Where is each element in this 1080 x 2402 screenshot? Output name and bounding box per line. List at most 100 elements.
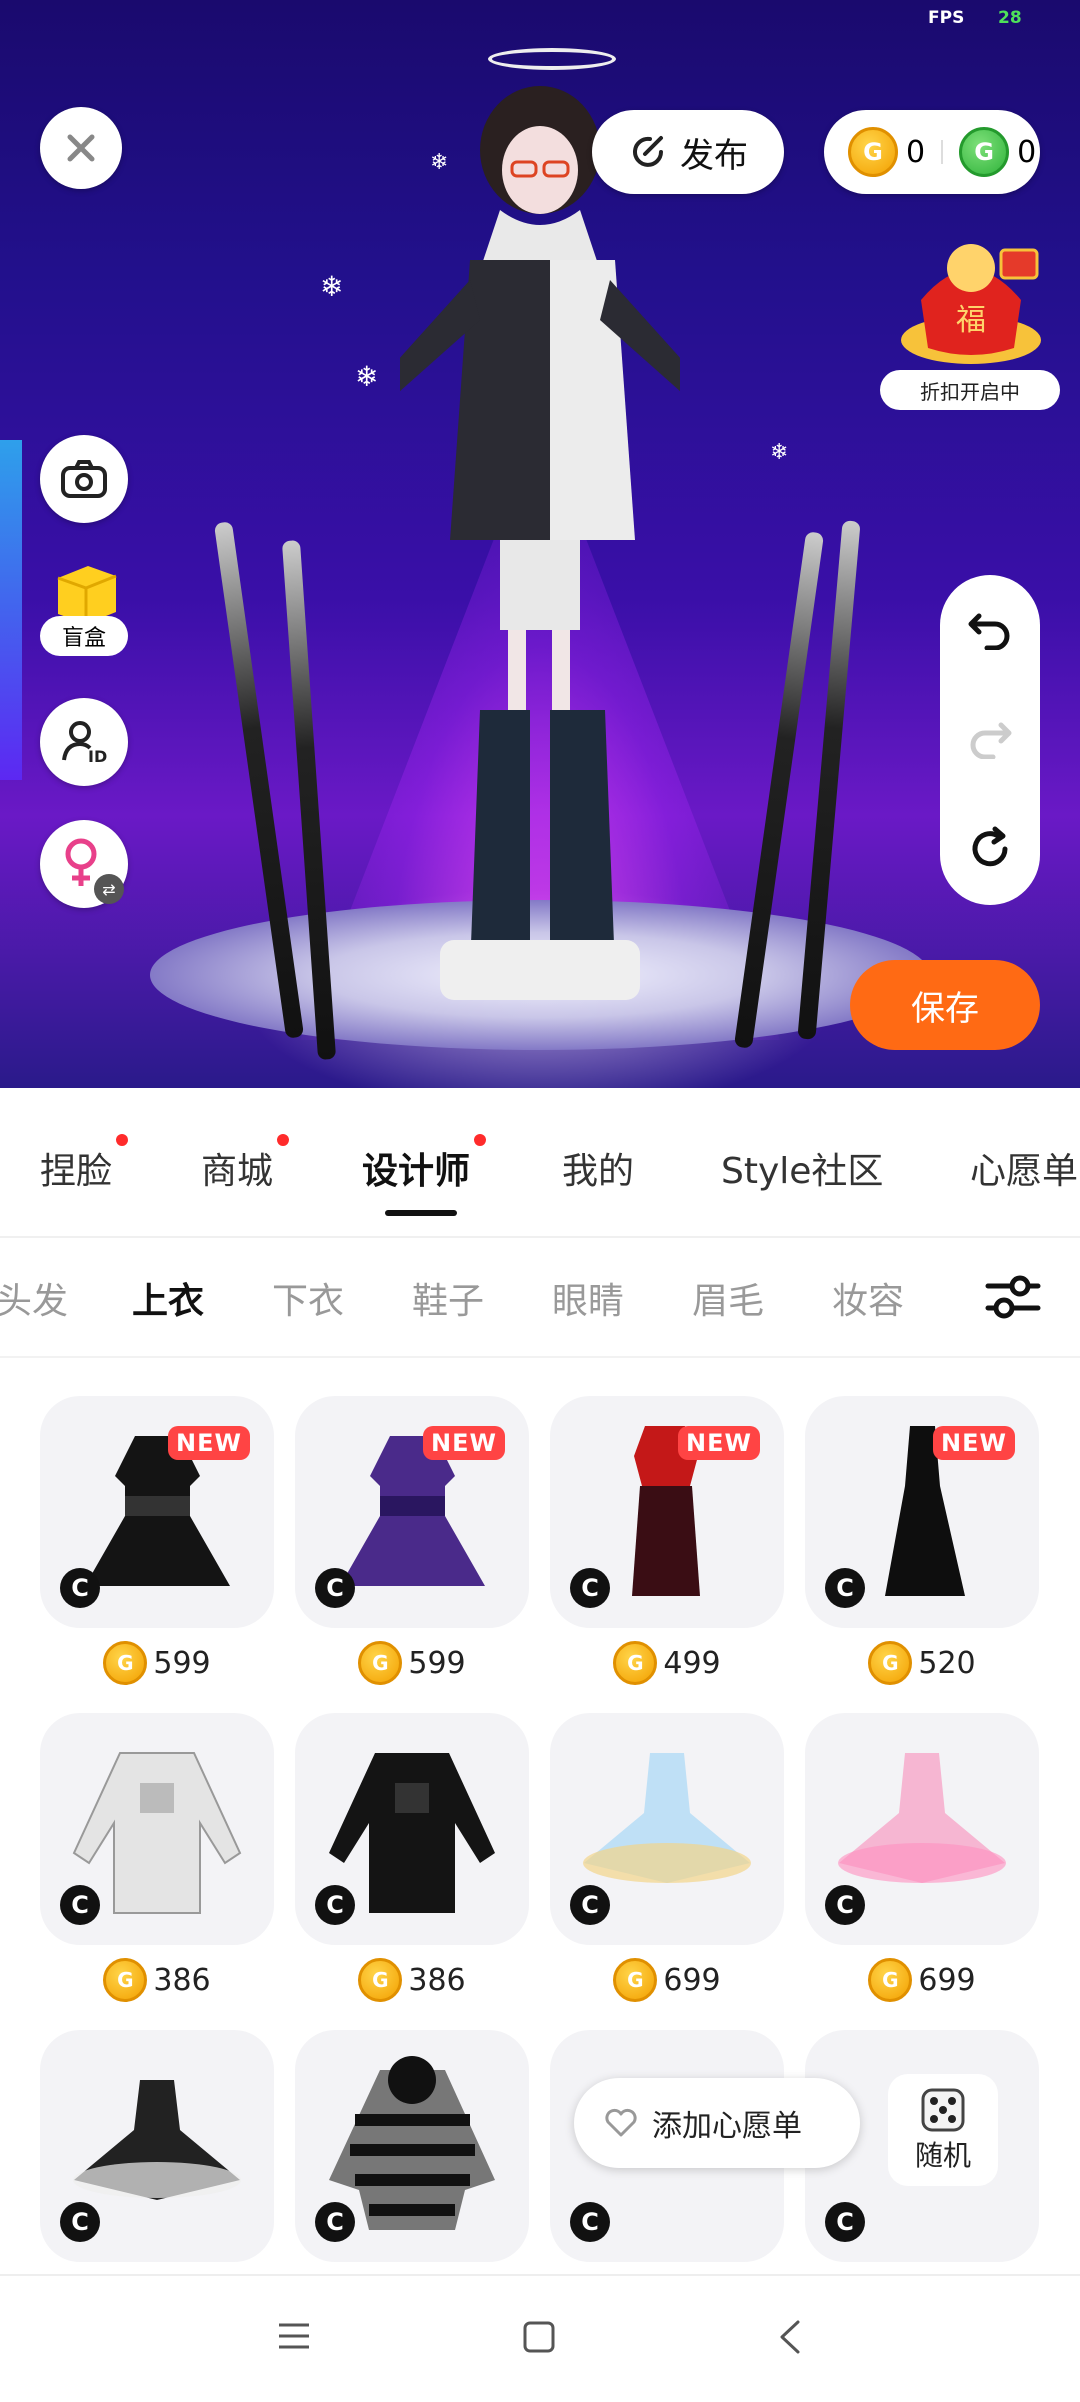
tab-wishlist[interactable]: 心愿单 bbox=[970, 1142, 1078, 1194]
promo-label: 折扣开启中 bbox=[880, 370, 1060, 410]
item-card[interactable]: NEW C G 599 bbox=[40, 1396, 274, 1698]
avatar-id-button[interactable]: ID bbox=[40, 698, 128, 786]
new-badge: NEW bbox=[423, 1426, 505, 1460]
creator-badge-icon: C bbox=[825, 2202, 865, 2242]
blind-box-button[interactable]: 盲盒 bbox=[40, 560, 130, 660]
halo bbox=[488, 48, 616, 70]
snowflake-icon: ❄ bbox=[355, 360, 379, 393]
gold-coin-count: 0 bbox=[906, 134, 926, 170]
category-bottoms[interactable]: 下衣 bbox=[272, 1272, 344, 1324]
item-card[interactable]: C bbox=[40, 2030, 274, 2262]
category-tops[interactable]: 上衣 bbox=[132, 1272, 204, 1324]
gold-coin-icon: G bbox=[848, 127, 898, 177]
item-price: G 599 bbox=[40, 1628, 274, 1698]
currency-balance[interactable]: G 0 G 0 bbox=[824, 110, 1040, 194]
promo-fu-text: 福 bbox=[956, 303, 986, 338]
item-thumbnail: C bbox=[550, 1713, 784, 1945]
creator-badge-icon: C bbox=[60, 1568, 100, 1608]
gold-coin-icon: G bbox=[613, 1958, 658, 2002]
tab-designer[interactable]: 设计师 bbox=[362, 1134, 487, 1194]
item-thumbnail: NEW C bbox=[550, 1396, 784, 1628]
avatar-model bbox=[400, 86, 680, 1000]
svg-text:ID: ID bbox=[88, 747, 107, 766]
random-button[interactable]: 随机 bbox=[888, 2074, 998, 2186]
item-card[interactable]: C bbox=[295, 2030, 529, 2262]
close-button[interactable] bbox=[40, 107, 122, 189]
creator-badge-icon: C bbox=[315, 1568, 355, 1608]
creator-badge-icon: C bbox=[60, 2202, 100, 2242]
category-shoes[interactable]: 鞋子 bbox=[412, 1272, 484, 1324]
creator-badge-icon: C bbox=[315, 2202, 355, 2242]
creator-badge-icon: C bbox=[825, 1568, 865, 1608]
item-thumbnail: NEW C bbox=[295, 1396, 529, 1628]
main-tabs: 捏脸 商城 设计师 我的 Style社区 心愿单 bbox=[0, 1088, 1080, 1238]
avatar-scene[interactable]: ❄ ❄ ❄ ❄ FPS 28 发布 G 0 G 0 福 折扣开启中 盲盒 ID … bbox=[0, 0, 1080, 1088]
item-thumbnail: C bbox=[805, 1713, 1039, 1945]
save-button[interactable]: 保存 bbox=[850, 960, 1040, 1050]
item-card[interactable]: C G 386 bbox=[295, 1713, 529, 2015]
category-hair[interactable]: 头发 bbox=[0, 1272, 68, 1324]
gold-coin-icon: G bbox=[613, 1641, 658, 1685]
gold-coin-icon: G bbox=[358, 1958, 403, 2002]
gold-coin-icon: G bbox=[868, 1958, 913, 2002]
item-card[interactable]: C G 386 bbox=[40, 1713, 274, 2015]
item-price: G 499 bbox=[550, 1628, 784, 1698]
publish-label: 发布 bbox=[680, 135, 748, 176]
gold-coin-icon: G bbox=[103, 1958, 148, 2002]
item-thumbnail: NEW C bbox=[805, 1396, 1039, 1628]
swap-icon: ⇄ bbox=[94, 874, 124, 904]
divider bbox=[941, 140, 944, 164]
gender-switch-button[interactable]: ⇄ bbox=[40, 820, 128, 908]
gold-coin-icon: G bbox=[868, 1641, 913, 1685]
tab-mine[interactable]: 我的 bbox=[562, 1142, 634, 1194]
creator-badge-icon: C bbox=[570, 1568, 610, 1608]
item-card[interactable]: NEW C G 599 bbox=[295, 1396, 529, 1698]
home-icon[interactable] bbox=[522, 2320, 556, 2354]
back-icon[interactable] bbox=[776, 2318, 804, 2356]
new-badge: NEW bbox=[168, 1426, 250, 1460]
dice-icon bbox=[921, 2088, 965, 2132]
item-price: G 386 bbox=[295, 1945, 529, 2015]
item-price: G 599 bbox=[295, 1628, 529, 1698]
item-card[interactable]: C G 699 bbox=[550, 1713, 784, 2015]
category-bar: 头发 上衣 下衣 鞋子 眼睛 眉毛 妆容 bbox=[0, 1238, 1080, 1358]
redo-button[interactable] bbox=[967, 717, 1013, 759]
tab-shop[interactable]: 商城 bbox=[201, 1134, 290, 1194]
gold-coin-icon: G bbox=[358, 1641, 403, 1685]
creator-badge-icon: C bbox=[570, 1885, 610, 1925]
item-card[interactable]: NEW C G 499 bbox=[550, 1396, 784, 1698]
discount-promo[interactable]: 福 折扣开启中 bbox=[880, 230, 1064, 410]
tab-face[interactable]: 捏脸 bbox=[40, 1134, 129, 1194]
notification-dot bbox=[277, 1134, 290, 1146]
history-controls bbox=[940, 575, 1040, 905]
snowflake-icon: ❄ bbox=[320, 270, 344, 303]
undo-button[interactable] bbox=[967, 608, 1013, 651]
publish-icon bbox=[633, 136, 663, 167]
item-thumbnail: NEW C bbox=[40, 1396, 274, 1628]
menu-icon[interactable] bbox=[276, 2320, 312, 2352]
green-coin-icon: G bbox=[959, 127, 1010, 177]
item-card[interactable]: NEW C G 520 bbox=[805, 1396, 1039, 1698]
heart-icon bbox=[605, 2108, 637, 2137]
blind-box-label: 盲盒 bbox=[40, 616, 128, 656]
gold-coin-icon: G bbox=[103, 1641, 148, 1685]
category-eyebrows[interactable]: 眉毛 bbox=[692, 1272, 764, 1324]
tab-style-community[interactable]: Style社区 bbox=[721, 1142, 883, 1194]
item-thumbnail: C bbox=[40, 1713, 274, 1945]
creator-badge-icon: C bbox=[825, 1885, 865, 1925]
close-icon bbox=[67, 134, 95, 162]
creator-badge-icon: C bbox=[60, 1885, 100, 1925]
category-makeup[interactable]: 妆容 bbox=[832, 1272, 904, 1324]
item-thumbnail: C bbox=[40, 2030, 274, 2262]
green-coin-count: 0 bbox=[1017, 134, 1037, 170]
item-card[interactable]: C G 699 bbox=[805, 1713, 1039, 2015]
system-nav-bar bbox=[0, 2274, 1080, 2402]
fps-label: FPS bbox=[928, 8, 965, 28]
camera-button[interactable] bbox=[40, 435, 128, 523]
add-wishlist-button[interactable]: 添加心愿单 bbox=[574, 2078, 860, 2168]
fps-value: 28 bbox=[998, 8, 1022, 28]
filter-icon[interactable] bbox=[984, 1272, 1042, 1322]
publish-button[interactable]: 发布 bbox=[592, 110, 784, 194]
category-eyes[interactable]: 眼睛 bbox=[552, 1272, 624, 1324]
reset-button[interactable] bbox=[967, 826, 1013, 872]
